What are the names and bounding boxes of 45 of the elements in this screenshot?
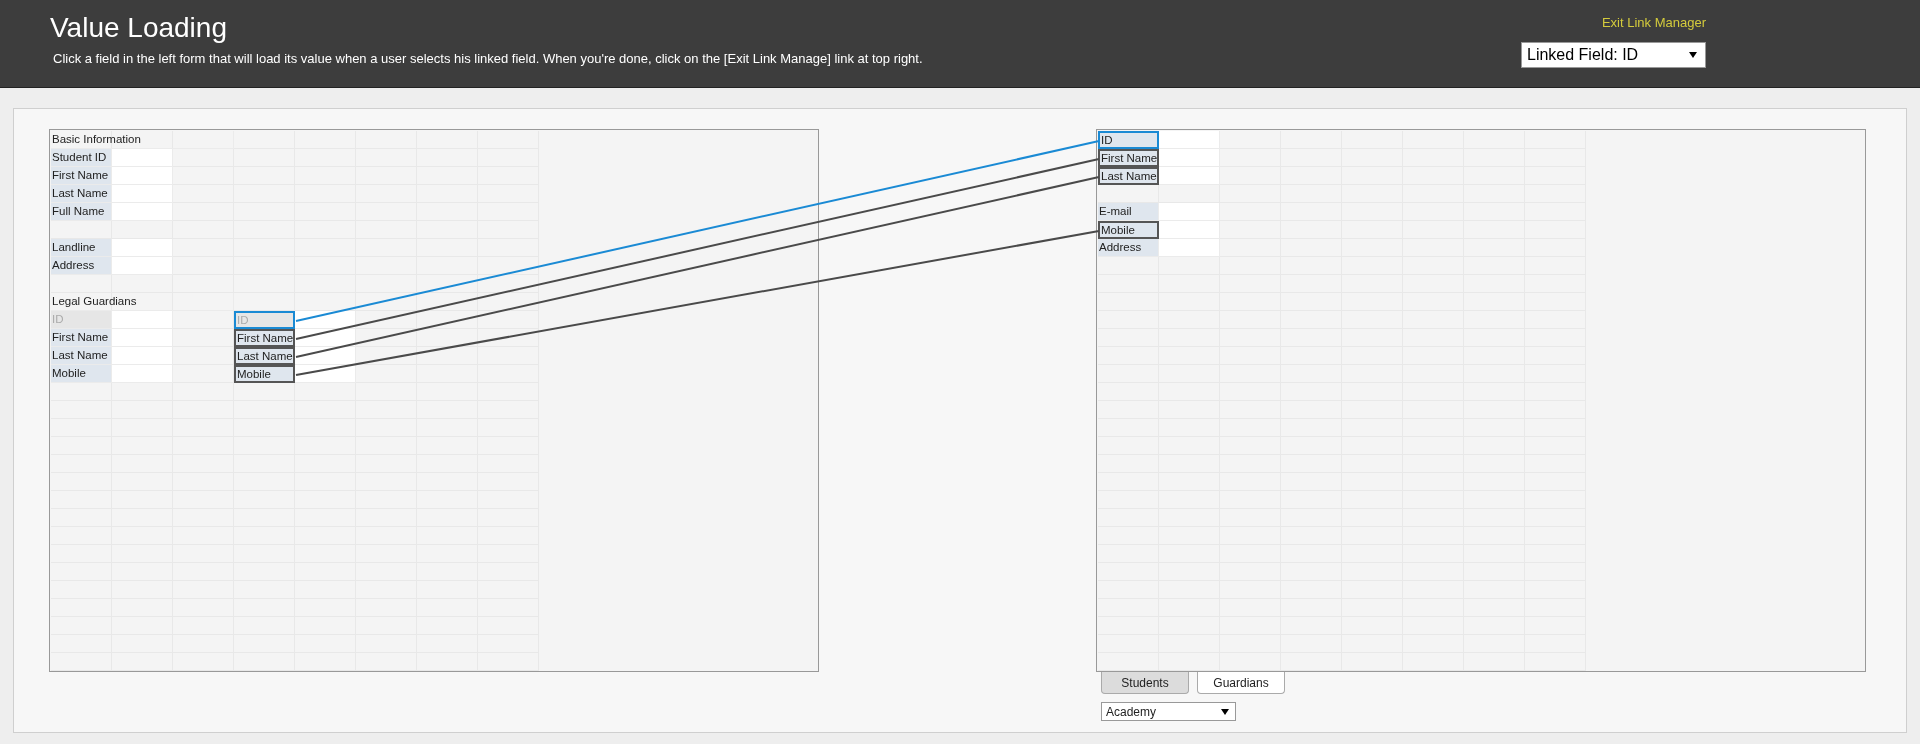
caret-icon bbox=[1689, 52, 1697, 58]
input-field[interactable] bbox=[1159, 167, 1220, 185]
input-field[interactable] bbox=[112, 329, 173, 347]
field-label: First Name bbox=[51, 167, 112, 185]
input-field[interactable] bbox=[295, 347, 356, 365]
caret-icon bbox=[1221, 708, 1229, 715]
input-field[interactable] bbox=[112, 347, 173, 365]
exit-link[interactable]: Exit Link Manager bbox=[1601, 15, 1706, 30]
input-field[interactable] bbox=[1159, 221, 1220, 239]
field-label: Mobile bbox=[51, 365, 112, 383]
input-field[interactable] bbox=[112, 365, 173, 383]
field-label: Full Name bbox=[51, 203, 112, 221]
field-label: First Name bbox=[51, 329, 112, 347]
field-label[interactable]: First Name bbox=[234, 329, 295, 347]
input-field[interactable] bbox=[112, 257, 173, 275]
input-field[interactable] bbox=[1159, 131, 1220, 149]
field-label: Last Name bbox=[51, 185, 112, 203]
field-label[interactable]: Mobile bbox=[1098, 221, 1159, 239]
input-field[interactable] bbox=[112, 167, 173, 185]
field-label: Landline bbox=[51, 239, 112, 257]
input-field[interactable] bbox=[1159, 239, 1220, 257]
field-label: Student ID bbox=[51, 149, 112, 167]
form-tab[interactable]: Students bbox=[1101, 672, 1189, 694]
field-label: E-mail bbox=[1098, 203, 1159, 221]
input-field[interactable] bbox=[112, 311, 173, 329]
page-title: Value Loading bbox=[50, 12, 228, 44]
field-label[interactable]: First Name bbox=[1098, 149, 1159, 167]
field-label: Last Name bbox=[51, 347, 112, 365]
form-tab[interactable]: Guardians bbox=[1197, 672, 1285, 694]
source-select[interactable]: Academy bbox=[1101, 702, 1236, 721]
field-label: Address bbox=[1098, 239, 1159, 257]
input-field[interactable] bbox=[112, 185, 173, 203]
field-label: ID bbox=[51, 311, 112, 329]
input-field[interactable] bbox=[1159, 203, 1220, 221]
field-label[interactable]: ID bbox=[1098, 131, 1159, 149]
input-field[interactable] bbox=[112, 203, 173, 221]
linked-field-select[interactable]: Linked Field: ID bbox=[1521, 42, 1706, 68]
instructions-text: Click a field in the left form that will load its value when a user selects his linked field. When you're done, click on the [Exit Link Manage] link at top right. bbox=[53, 51, 923, 66]
field-label[interactable]: Last Name bbox=[1098, 167, 1159, 185]
field-label[interactable]: Last Name bbox=[234, 347, 295, 365]
input-field[interactable] bbox=[1159, 149, 1220, 167]
field-label: Address bbox=[51, 257, 112, 275]
field-label[interactable]: Mobile bbox=[234, 365, 295, 383]
input-field[interactable] bbox=[112, 149, 173, 167]
input-field[interactable] bbox=[112, 239, 173, 257]
